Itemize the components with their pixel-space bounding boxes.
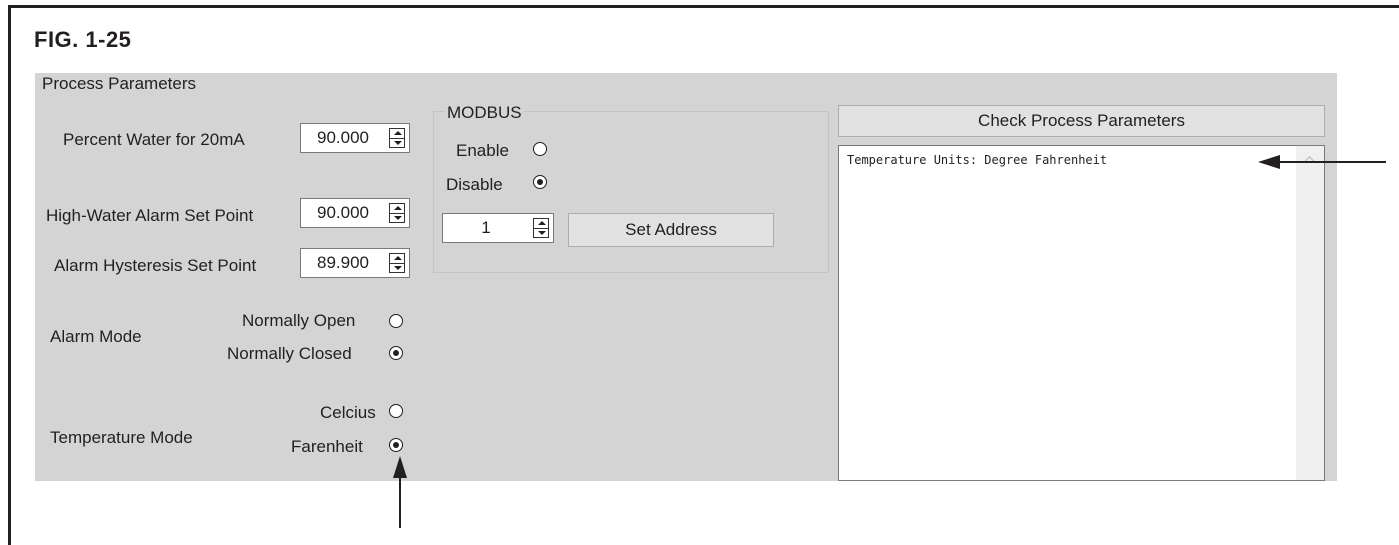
alarm-hysteresis-label: Alarm Hysteresis Set Point: [54, 256, 257, 275]
spinner-down-icon[interactable]: [538, 231, 546, 235]
spinner-buttons[interactable]: [389, 128, 405, 148]
alarm-hysteresis-spinner[interactable]: 89.900: [300, 248, 410, 278]
alarm-hysteresis-value[interactable]: 89.900: [301, 249, 385, 277]
percent-water-label: Percent Water for 20mA: [63, 130, 245, 149]
output-textbox[interactable]: Temperature Units: Degree Fahrenheit: [838, 145, 1325, 481]
normally-closed-radio[interactable]: [389, 346, 403, 360]
modbus-address-value[interactable]: 1: [443, 214, 529, 242]
spinner-buttons[interactable]: [389, 203, 405, 223]
output-scrollbar[interactable]: [1296, 146, 1324, 480]
set-address-button[interactable]: Set Address: [568, 213, 774, 247]
alarm-mode-label: Alarm Mode: [50, 327, 142, 346]
modbus-address-spinner[interactable]: 1: [442, 213, 554, 243]
spinner-buttons[interactable]: [389, 253, 405, 273]
high-water-alarm-spinner[interactable]: 90.000: [300, 198, 410, 228]
spinner-down-icon[interactable]: [394, 141, 402, 145]
high-water-alarm-value[interactable]: 90.000: [301, 199, 385, 227]
normally-open-label: Normally Open: [242, 311, 356, 330]
percent-water-spinner[interactable]: 90.000: [300, 123, 410, 153]
figure-title: FIG. 1-25: [34, 27, 132, 52]
callout-arrow-icon: [1258, 155, 1386, 169]
spinner-buttons[interactable]: [533, 218, 549, 238]
celcius-radio[interactable]: [389, 404, 403, 418]
modbus-disable-radio[interactable]: [533, 175, 547, 189]
modbus-title: MODBUS: [445, 103, 524, 123]
normally-open-radio[interactable]: [389, 314, 403, 328]
farenheit-radio[interactable]: [389, 438, 403, 452]
modbus-disable-label: Disable: [446, 175, 503, 194]
spinner-up-icon[interactable]: [394, 131, 402, 135]
percent-water-value[interactable]: 90.000: [301, 124, 385, 152]
normally-closed-label: Normally Closed: [227, 344, 352, 363]
temperature-mode-label: Temperature Mode: [50, 428, 193, 447]
check-process-parameters-button[interactable]: Check Process Parameters: [838, 105, 1325, 137]
spinner-up-icon[interactable]: [538, 221, 546, 225]
modbus-enable-radio[interactable]: [533, 142, 547, 156]
celcius-label: Celcius: [320, 403, 376, 422]
high-water-alarm-label: High-Water Alarm Set Point: [46, 206, 254, 225]
modbus-enable-label: Enable: [456, 141, 509, 160]
spinner-up-icon[interactable]: [394, 206, 402, 210]
output-text: Temperature Units: Degree Fahrenheit: [847, 153, 1108, 167]
spinner-up-icon[interactable]: [394, 256, 402, 260]
farenheit-label: Farenheit: [291, 437, 363, 456]
callout-arrow-icon: [393, 456, 407, 528]
spinner-down-icon[interactable]: [394, 266, 402, 270]
spinner-down-icon[interactable]: [394, 216, 402, 220]
panel-title: Process Parameters: [42, 74, 196, 93]
